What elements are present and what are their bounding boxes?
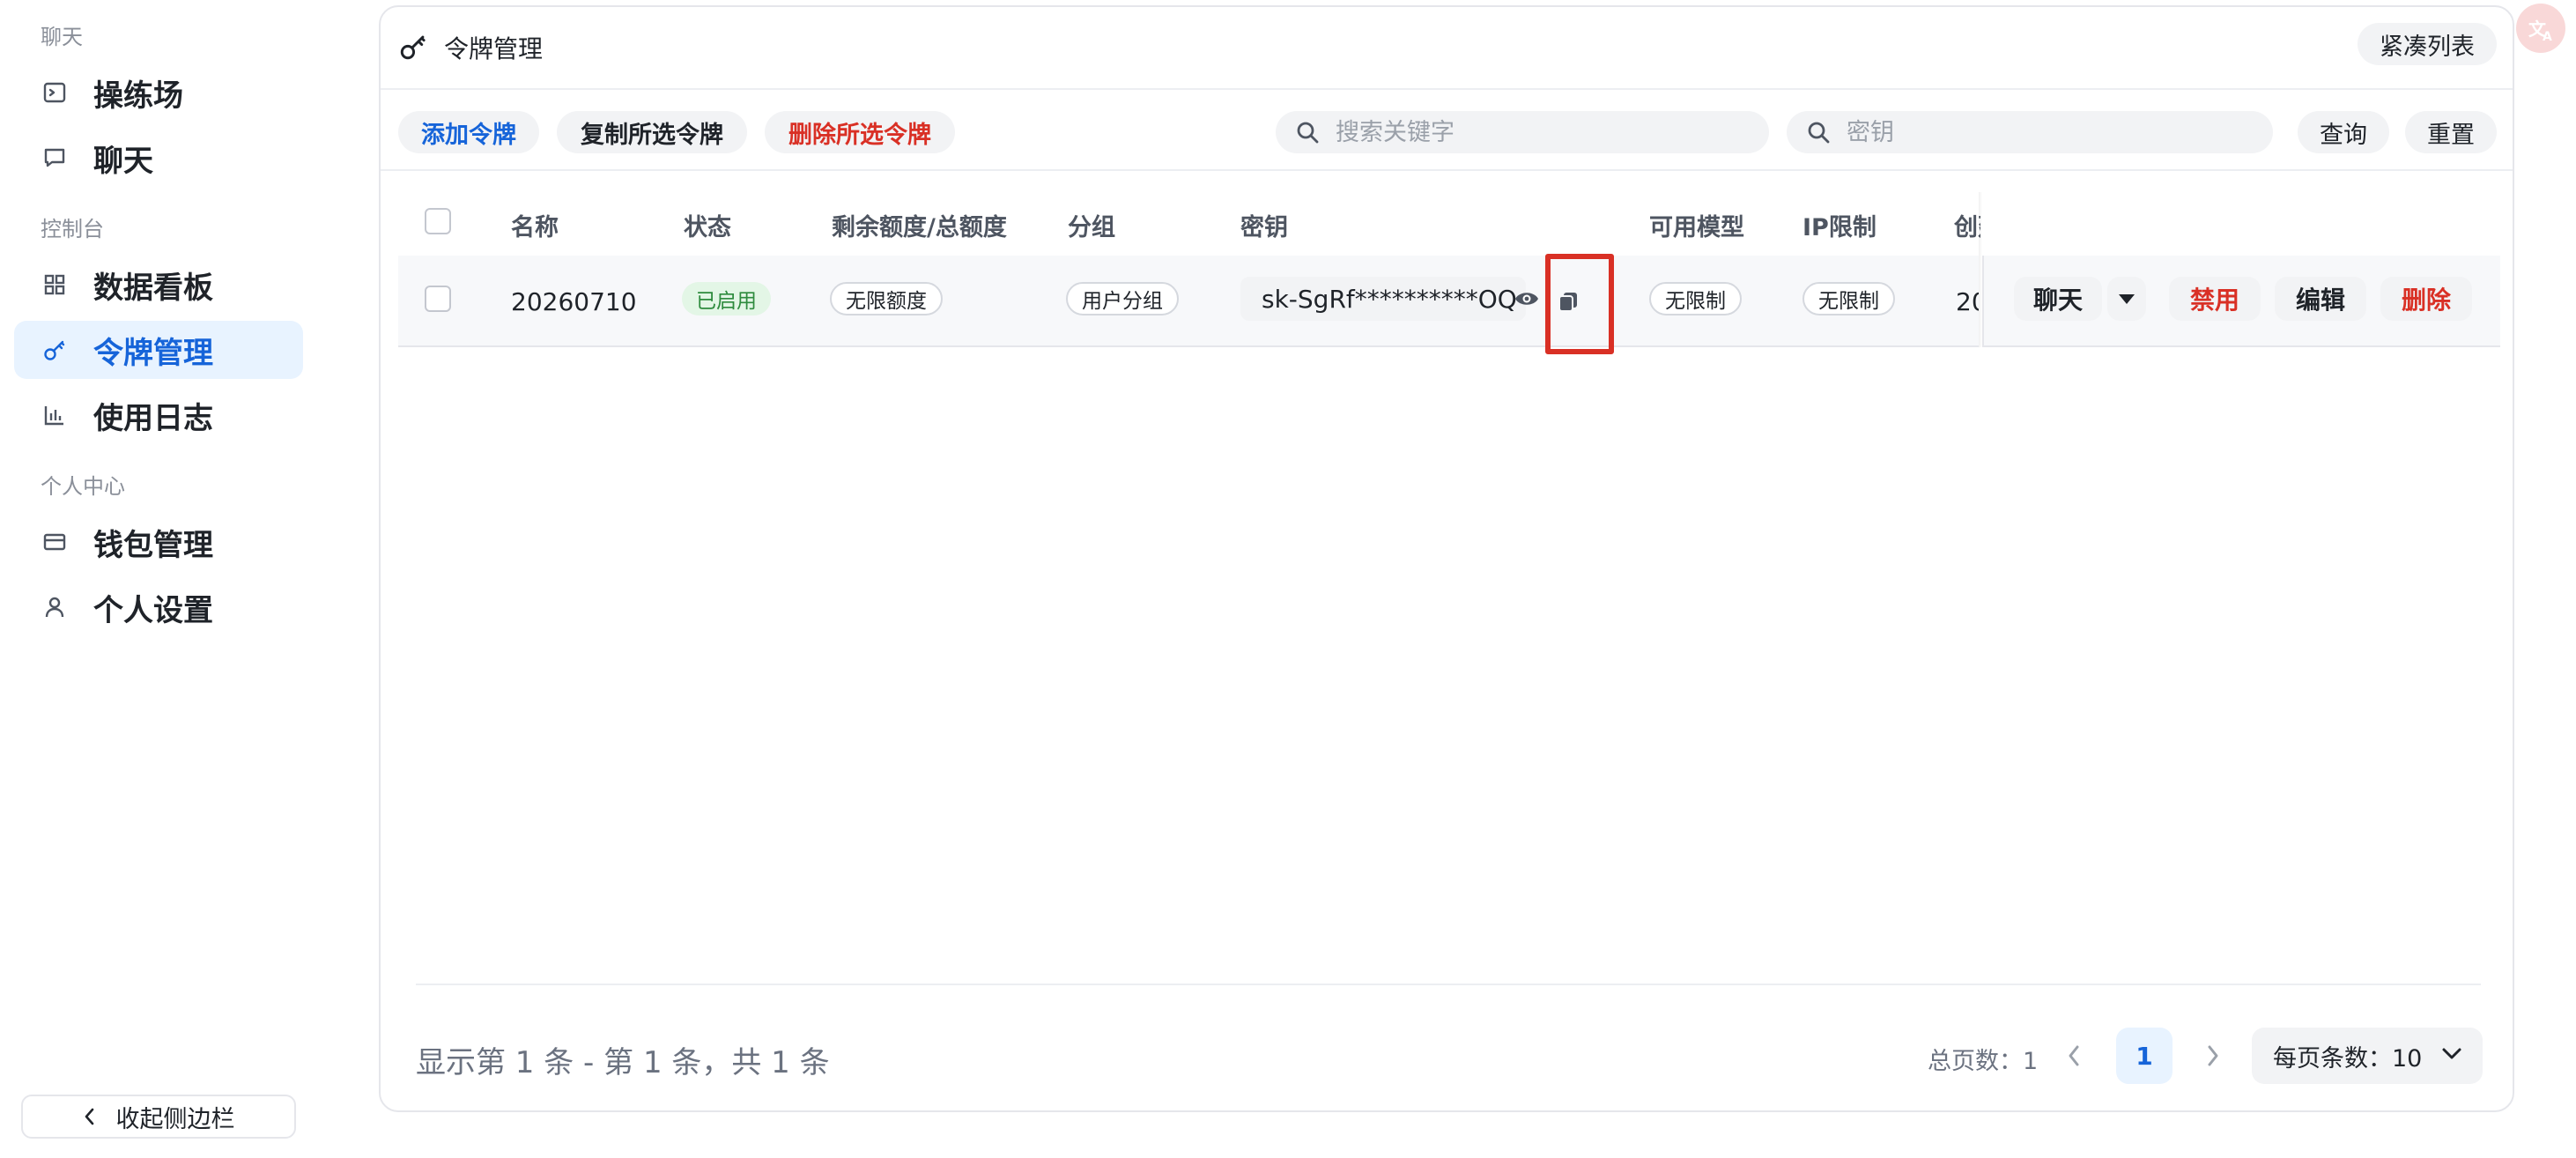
column-header-key: 密钥: [1240, 214, 1288, 241]
disable-button[interactable]: 禁用: [2169, 277, 2261, 321]
column-header-name: 名称: [511, 214, 559, 241]
toolbar-divider: [381, 169, 2513, 171]
card-header: 令牌管理 紧凑列表: [381, 7, 2513, 90]
sidebar-item-chat[interactable]: 聊天: [14, 129, 303, 187]
sidebar-section-console: 控制台: [41, 217, 104, 241]
sidebar-section-chat: 聊天: [41, 25, 83, 49]
sidebar-item-label: 聊天: [93, 143, 153, 179]
sidebar-item-label: 数据看板: [93, 270, 213, 306]
search-icon: [1806, 120, 1831, 145]
dashboard-grid-icon: [42, 272, 67, 297]
reset-button[interactable]: 重置: [2405, 111, 2497, 153]
chevron-down-icon: [2440, 1045, 2463, 1063]
collapse-sidebar-button[interactable]: 收起侧边栏: [21, 1095, 296, 1139]
delete-selected-tokens-button[interactable]: 删除所选令牌: [765, 111, 955, 153]
collapse-sidebar-label: 收起侧边栏: [115, 1105, 235, 1133]
column-header-models: 可用模型: [1649, 214, 1744, 241]
total-pages: 总页数：1: [1928, 1048, 2039, 1075]
column-header-created: 创建: [1954, 214, 1980, 241]
sidebar-item-logs[interactable]: 使用日志: [14, 386, 303, 444]
credit-card-icon: [42, 530, 67, 554]
token-key-value: sk-SgRf**********OQ: [1262, 284, 1517, 314]
chat-button[interactable]: 聊天: [2014, 277, 2102, 321]
add-token-button[interactable]: 添加令牌: [398, 111, 539, 153]
token-key-field: sk-SgRf**********OQ: [1240, 277, 1526, 321]
translate-icon[interactable]: 文A: [2516, 4, 2565, 53]
sidebar-item-label: 个人设置: [93, 592, 213, 628]
token-management-card: 令牌管理 紧凑列表 添加令牌 复制所选令牌 删除所选令牌 查询 重置 名称 状态…: [379, 5, 2514, 1112]
models-tag: 无限制: [1649, 282, 1742, 315]
row-checkbox[interactable]: [425, 286, 451, 312]
search-icon: [1295, 120, 1320, 145]
sidebar-item-label: 令牌管理: [93, 335, 213, 371]
key-search-field[interactable]: [1787, 111, 2273, 153]
fixed-column-shadow: [1979, 192, 1982, 347]
chat-bubble-icon: [42, 145, 67, 170]
sidebar-section-personal: 个人中心: [41, 474, 125, 499]
sidebar-item-playground[interactable]: 操练场: [14, 63, 303, 122]
user-icon: [42, 595, 67, 620]
footer-divider: [416, 984, 2481, 985]
chevron-right-icon: [2205, 1043, 2221, 1068]
page-title: 令牌管理: [444, 34, 544, 63]
sidebar-item-tokens[interactable]: 令牌管理: [14, 321, 303, 379]
page-size-select[interactable]: 每页条数：10: [2252, 1028, 2483, 1084]
copy-selected-tokens-button[interactable]: 复制所选令牌: [557, 111, 747, 153]
chevron-left-icon: [2066, 1043, 2082, 1068]
token-name: 20260710: [511, 287, 637, 316]
sidebar-item-settings[interactable]: 个人设置: [14, 578, 303, 636]
quota-tag: 无限额度: [830, 282, 943, 315]
column-header-status: 状态: [684, 214, 731, 241]
group-tag: 用户分组: [1066, 282, 1179, 315]
delete-button[interactable]: 删除: [2380, 277, 2472, 321]
key-icon: [398, 32, 428, 65]
compact-list-toggle[interactable]: 紧凑列表: [2358, 23, 2497, 65]
chevron-left-icon: [83, 1106, 97, 1127]
sidebar-item-label: 钱包管理: [93, 527, 213, 563]
highlight-box: [1545, 254, 1614, 354]
column-header-group: 分组: [1068, 214, 1115, 241]
terminal-icon: [42, 80, 67, 105]
created-time: 20: [1956, 287, 1979, 316]
keyword-search-input[interactable]: [1334, 117, 1707, 147]
sidebar-item-wallet[interactable]: 钱包管理: [14, 513, 303, 571]
page-size-label: 每页条数：10: [2273, 1044, 2423, 1073]
select-all-checkbox[interactable]: [425, 208, 451, 234]
edit-button[interactable]: 编辑: [2275, 277, 2366, 321]
chat-dropdown-button[interactable]: [2107, 277, 2146, 321]
bar-chart-icon: [42, 403, 67, 427]
key-search-input[interactable]: [1845, 117, 2218, 147]
eye-icon[interactable]: [1514, 287, 1540, 310]
caret-down-icon: [2116, 292, 2137, 306]
pagination-summary: 显示第 1 条 - 第 1 条，共 1 条: [416, 1045, 830, 1080]
sidebar: 聊天 操练场 聊天 控制台 数据看板 令牌管理 使用日志 个人中心 钱包管理 个…: [0, 0, 370, 1158]
sidebar-item-label: 操练场: [93, 78, 183, 114]
key-icon: [42, 338, 67, 362]
column-header-quota: 剩余额度/总额度: [832, 214, 1007, 241]
keyword-search-field[interactable]: [1276, 111, 1769, 153]
current-page-button[interactable]: 1: [2116, 1028, 2173, 1084]
sidebar-item-dashboard[interactable]: 数据看板: [14, 256, 303, 314]
previous-page-button[interactable]: [2058, 1040, 2090, 1072]
sidebar-item-label: 使用日志: [93, 400, 213, 436]
next-page-button[interactable]: [2197, 1040, 2229, 1072]
ip-limit-tag: 无限制: [1802, 282, 1895, 315]
query-button[interactable]: 查询: [2298, 111, 2389, 153]
svg-text:A: A: [2543, 30, 2552, 44]
column-header-ip: IP限制: [1802, 214, 1876, 241]
status-badge: 已启用: [682, 282, 771, 315]
